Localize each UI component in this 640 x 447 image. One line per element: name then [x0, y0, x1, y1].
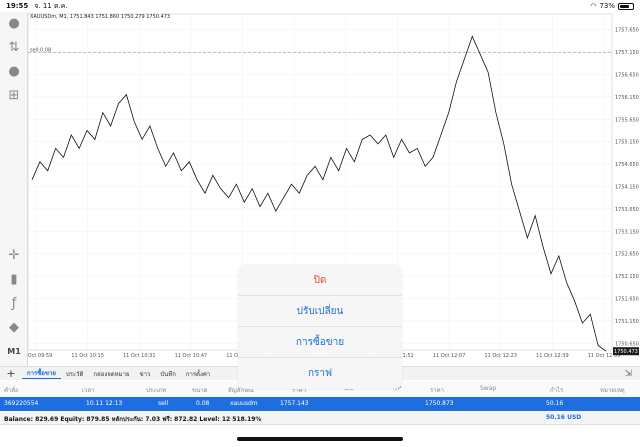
tab-journal[interactable]: บันทึก [155, 369, 181, 379]
y-tick-label: 1754.150 [615, 184, 639, 190]
x-tick-label: 11 Oct 12:23 [484, 353, 517, 359]
y-tick-label: 1757.150 [615, 50, 639, 56]
cell-type: sell [158, 400, 169, 407]
new-order-icon[interactable]: ⊞ [4, 86, 24, 104]
y-tick-label: 1751.150 [615, 319, 639, 325]
col-profit: กำไร [550, 387, 564, 394]
account-summary: Balance: 829.69 Equity: 879.85 หลักประกั… [0, 411, 640, 425]
battery-icon [618, 2, 634, 10]
cell-price: 1757.143 [280, 400, 309, 407]
x-tick-label: 11 Oct 10:15 [71, 353, 104, 359]
status-time: 19:55 [6, 2, 29, 10]
col-order: คำสั่ง [4, 387, 18, 394]
cell-profit: 50.16 [546, 400, 564, 407]
x-tick-label: 11 Oct 09:59 [28, 353, 52, 359]
modify-position-button[interactable]: ปรับเปลี่ยน [238, 296, 402, 327]
y-tick-label: 1757.650 [615, 28, 639, 34]
cell-order: 369220554 [4, 400, 39, 407]
home-indicator[interactable] [237, 437, 403, 441]
y-tick-label: 1755.150 [615, 140, 639, 146]
floating-profit: 50.16 USD [546, 414, 582, 421]
y-tick-label: 1756.150 [615, 95, 639, 101]
candlestick-icon[interactable]: ▮ [4, 270, 24, 288]
y-tick-label: 1756.650 [615, 72, 639, 78]
cell-symbol: xauusdm [230, 400, 258, 407]
trade-arrows-icon[interactable]: ⇅ [4, 38, 24, 56]
cell-size: 0.08 [196, 400, 210, 407]
tab-trade[interactable]: การซื้อขาย [22, 368, 61, 379]
indicator-icon[interactable]: ƒ [4, 294, 24, 312]
chart-button[interactable]: กราฟ [238, 358, 402, 389]
col-comment: หมายเหตุ [600, 387, 625, 394]
chart-toolbar: ● ⇅ ● ⊞ ✛ ▮ ƒ ◆ M1 [0, 12, 28, 366]
tab-settings[interactable]: การตั้งค่า [181, 369, 215, 379]
tab-history[interactable]: ประวัติ [61, 369, 89, 379]
tab-news[interactable]: ข่าว [134, 369, 155, 379]
y-tick-label: 1752.150 [615, 274, 639, 280]
x-tick-label: 11 Oct 12:07 [433, 353, 466, 359]
cell-time: 10.11 12:13 [86, 400, 123, 407]
position-action-sheet: ปิด ปรับเปลี่ยน การซื้อขาย กราฟ [238, 265, 402, 389]
cell-current-price: 1750.873 [425, 400, 454, 407]
trade-button[interactable]: การซื้อขาย [238, 327, 402, 358]
col-size: ขนาด [192, 387, 208, 394]
col-type: ประเภท [146, 387, 167, 394]
y-tick-label: 1750.650 [615, 341, 639, 347]
sell-level-label: sell 0.08 [30, 47, 51, 53]
last-price-label: 1750.473 [614, 349, 638, 355]
col-current-price: ราคา [430, 387, 444, 394]
chat-icon[interactable]: ● [4, 62, 24, 80]
crosshair-icon[interactable]: ✛ [4, 246, 24, 264]
col-swap: Swap [480, 385, 497, 392]
wifi-icon: ◠ [590, 2, 597, 10]
y-tick-label: 1753.650 [615, 207, 639, 213]
add-icon[interactable]: + [0, 367, 22, 380]
balance-text: Balance: 829.69 Equity: 879.85 หลักประกั… [4, 416, 262, 423]
col-time: เวลา [82, 387, 95, 394]
y-tick-label: 1754.650 [615, 162, 639, 168]
y-tick-label: 1752.650 [615, 252, 639, 258]
layout-icon[interactable]: ⇲ [624, 369, 632, 379]
battery-percent: 73% [599, 2, 615, 10]
objects-icon[interactable]: ◆ [4, 318, 24, 336]
chart-symbol-info: XAUUSDm, M1, 1751.843 1751.860 1750.279 … [30, 14, 171, 20]
x-tick-label: 11 Oct 10:31 [123, 353, 156, 359]
position-row[interactable]: 369220554 10.11 12:13 sell 0.08 xauusdm … [0, 397, 640, 411]
x-tick-label: 11 Oct 12:39 [536, 353, 569, 359]
x-tick-label: 11 Oct 10:47 [175, 353, 208, 359]
y-tick-label: 1755.650 [615, 117, 639, 123]
y-tick-label: 1753.150 [615, 229, 639, 235]
timeframe-button[interactable]: M1 [4, 342, 24, 360]
account-icon[interactable]: ● [4, 14, 24, 32]
status-right: ◠ 73% [590, 2, 634, 10]
tab-mailbox[interactable]: กล่องจดหมาย [88, 369, 134, 379]
status-date: จ. 11 ต.ค. [34, 1, 68, 10]
app-root: 19:55 จ. 11 ต.ค. ◠ 73% ● ⇅ ● ⊞ ✛ ▮ ƒ ◆ M… [0, 0, 640, 447]
status-bar: 19:55 จ. 11 ต.ค. ◠ 73% [0, 0, 640, 12]
close-position-button[interactable]: ปิด [238, 265, 402, 296]
y-tick-label: 1751.650 [615, 296, 639, 302]
